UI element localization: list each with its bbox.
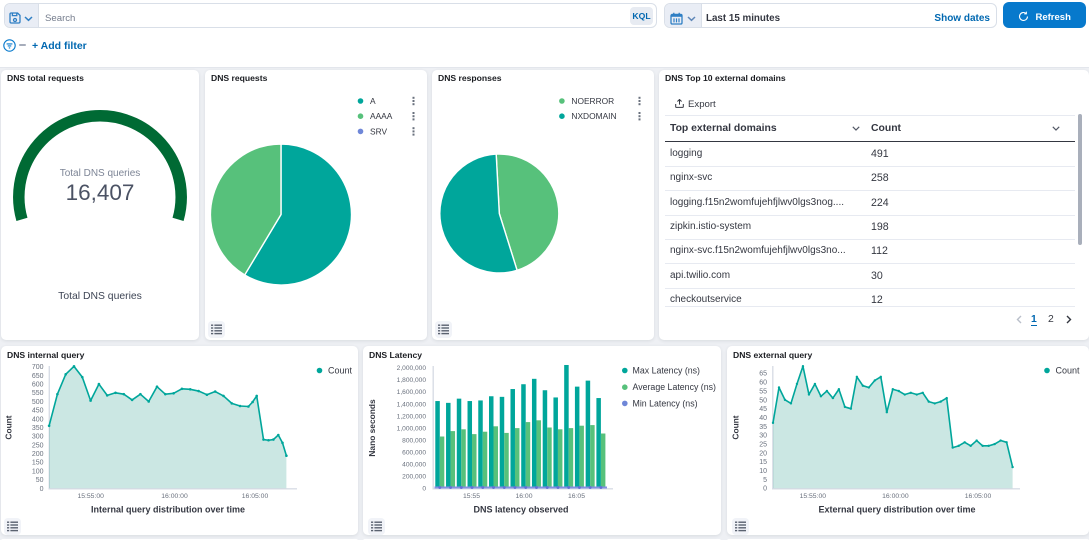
svg-text:500: 500: [32, 399, 44, 406]
svg-text:Count: Count: [1056, 366, 1081, 376]
svg-text:16:05:00: 16:05:00: [965, 493, 992, 500]
svg-text:15:55:00: 15:55:00: [77, 493, 104, 500]
svg-text:350: 350: [32, 425, 44, 432]
svg-text:1,200,000: 1,200,000: [397, 413, 427, 420]
svg-text:450: 450: [32, 408, 44, 415]
svg-text:400: 400: [32, 416, 44, 423]
svg-text:200: 200: [32, 451, 44, 458]
svg-text:600,000: 600,000: [402, 449, 426, 456]
svg-text:150: 150: [32, 460, 44, 467]
svg-text:0: 0: [422, 485, 426, 492]
svg-text:Count: Count: [4, 415, 14, 439]
svg-text:60: 60: [759, 380, 767, 387]
svg-text:A: A: [370, 96, 376, 106]
svg-text:55: 55: [759, 388, 767, 395]
svg-text:Min Latency (ns): Min Latency (ns): [633, 398, 698, 408]
svg-text:200,000: 200,000: [402, 473, 426, 480]
svg-text:50: 50: [36, 477, 44, 484]
svg-text:35: 35: [759, 424, 767, 431]
svg-text:400,000: 400,000: [402, 461, 426, 468]
svg-text:30: 30: [759, 433, 767, 440]
svg-text:800,000: 800,000: [402, 437, 426, 444]
svg-text:5: 5: [763, 477, 767, 484]
svg-text:50: 50: [759, 397, 767, 404]
svg-text:1,800,000: 1,800,000: [397, 377, 427, 384]
svg-text:15: 15: [759, 459, 767, 466]
svg-text:600: 600: [32, 381, 44, 388]
svg-text:10: 10: [759, 468, 767, 475]
svg-text:16:00: 16:00: [515, 493, 532, 500]
svg-text:1,400,000: 1,400,000: [397, 401, 427, 408]
svg-text:15:55:00: 15:55:00: [800, 493, 827, 500]
svg-text:2,000,000: 2,000,000: [397, 365, 427, 372]
svg-text:250: 250: [32, 442, 44, 449]
svg-text:Internal query distribution ov: Internal query distribution over time: [91, 505, 245, 515]
svg-text:650: 650: [32, 373, 44, 380]
svg-text:15:55: 15:55: [463, 493, 480, 500]
svg-text:16:05: 16:05: [568, 493, 585, 500]
svg-text:NOERROR: NOERROR: [571, 96, 614, 106]
svg-text:Average Latency (ns): Average Latency (ns): [633, 382, 717, 392]
svg-text:Count: Count: [328, 366, 353, 376]
svg-text:100: 100: [32, 468, 44, 475]
svg-text:0: 0: [763, 486, 767, 493]
svg-text:16:05:00: 16:05:00: [242, 493, 269, 500]
svg-text:DNS latency observed: DNS latency observed: [473, 505, 568, 515]
svg-text:45: 45: [759, 406, 767, 413]
svg-text:Nano seconds: Nano seconds: [367, 399, 377, 457]
svg-text:700: 700: [32, 364, 44, 371]
svg-text:20: 20: [759, 450, 767, 457]
svg-text:0: 0: [40, 486, 44, 493]
svg-text:AAAA: AAAA: [370, 111, 393, 121]
svg-text:External query distribution ov: External query distribution over time: [818, 505, 975, 515]
svg-text:25: 25: [759, 441, 767, 448]
svg-text:Count: Count: [731, 415, 741, 439]
svg-text:300: 300: [32, 434, 44, 441]
svg-text:40: 40: [759, 415, 767, 422]
svg-text:Max Latency (ns): Max Latency (ns): [633, 366, 701, 376]
svg-text:SRV: SRV: [370, 126, 387, 136]
svg-text:16:00:00: 16:00:00: [882, 493, 909, 500]
svg-text:1,000,000: 1,000,000: [397, 425, 427, 432]
svg-text:1,600,000: 1,600,000: [397, 389, 427, 396]
svg-text:16:00:00: 16:00:00: [161, 493, 188, 500]
svg-text:550: 550: [32, 390, 44, 397]
svg-text:NXDOMAIN: NXDOMAIN: [571, 111, 616, 121]
svg-text:65: 65: [759, 371, 767, 378]
